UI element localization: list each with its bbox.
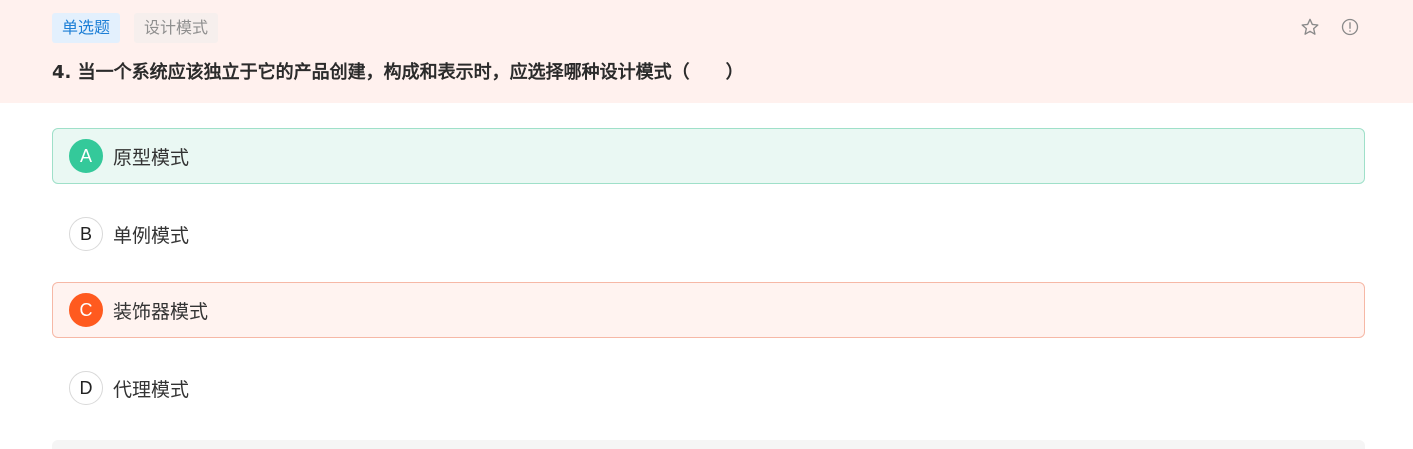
question-type-tag: 单选题 bbox=[52, 13, 121, 43]
option-d[interactable]: D 代理模式 bbox=[52, 360, 1365, 416]
alert-circle-icon[interactable] bbox=[1339, 16, 1361, 38]
question-card: 单选题 设计模式 4. 当一个系统应该独立于它的产品创建，构成和表示时，应选择哪… bbox=[0, 0, 1413, 449]
question-header: 单选题 设计模式 4. 当一个系统应该独立于它的产品创建，构成和表示时，应选择哪… bbox=[0, 0, 1413, 103]
option-letter-badge: C bbox=[69, 293, 103, 327]
option-label: 代理模式 bbox=[113, 378, 190, 401]
option-a[interactable]: A 原型模式 bbox=[52, 128, 1365, 184]
option-c[interactable]: C 装饰器模式 bbox=[52, 282, 1365, 338]
option-b[interactable]: B 单例模式 bbox=[52, 206, 1365, 262]
option-label: 原型模式 bbox=[113, 146, 190, 169]
header-actions bbox=[1299, 16, 1361, 38]
star-icon[interactable] bbox=[1299, 16, 1321, 38]
option-letter-badge: B bbox=[69, 217, 103, 251]
option-label: 单例模式 bbox=[113, 224, 190, 247]
subject-tag: 设计模式 bbox=[134, 13, 219, 43]
option-letter-badge: A bbox=[69, 139, 103, 173]
option-letter-badge: D bbox=[69, 371, 103, 405]
option-label: 装饰器模式 bbox=[113, 300, 209, 323]
answer-analysis-panel bbox=[52, 440, 1365, 449]
question-text: 4. 当一个系统应该独立于它的产品创建，构成和表示时，应选择哪种设计模式（ ） bbox=[52, 62, 744, 83]
